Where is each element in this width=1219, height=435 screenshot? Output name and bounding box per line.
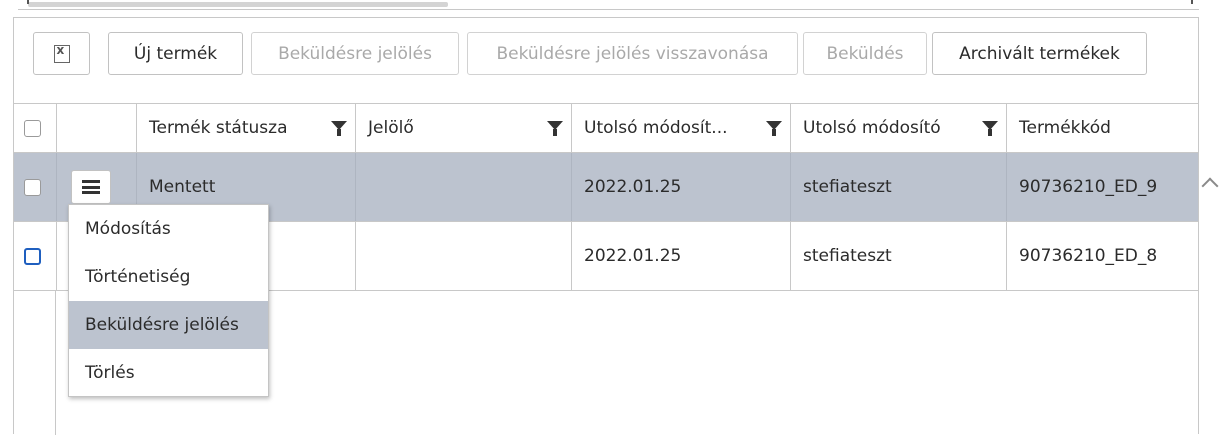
menu-item-modify[interactable]: Módosítás [69,205,268,253]
submit-button[interactable]: Beküldés [803,32,927,75]
column-label: Utolsó módosító [803,118,941,138]
header-actions-cell [56,104,136,152]
cell-last-modifier: stefiateszt [790,222,1006,290]
cell-last-modifier: stefiateszt [790,153,1006,221]
column-label: Termék státusza [149,118,288,138]
column-header-product-code[interactable]: Termékkód [1006,104,1198,152]
column-header-status[interactable]: Termék státusza [136,104,355,152]
row-context-menu: Módosítás Történetiség Beküldésre jelölé… [68,204,269,397]
menu-item-history[interactable]: Történetiség [69,253,268,301]
column-header-last-modified[interactable]: Utolsó módosít... [571,104,790,152]
cell-last-modified: 2022.01.25 [571,222,790,290]
header-select-all[interactable] [14,104,56,152]
cell-product-code: 90736210_ED_8 [1006,222,1198,290]
chevron-up-icon[interactable] [1201,177,1219,195]
hamburger-icon [82,180,100,194]
column-header-marker[interactable]: Jelölő [355,104,571,152]
filter-icon[interactable] [766,121,782,136]
column-label: Jelölő [368,118,414,138]
cell-marker [355,222,571,290]
menu-item-mark-for-submission[interactable]: Beküldésre jelölés [69,301,268,349]
vertical-scrollbar[interactable] [1199,152,1219,195]
horizontal-scroll-thumb[interactable] [28,2,448,7]
row-checkbox[interactable] [24,247,41,265]
toolbar: Új termék Beküldésre jelölés Beküldésre … [13,17,1199,103]
cell-product-code: 90736210_ED_9 [1006,153,1198,221]
column-divider [55,291,56,435]
scroll-tick [1191,0,1193,4]
column-header-last-modifier[interactable]: Utolsó módosító [790,104,1006,152]
row-checkbox[interactable] [24,178,41,196]
column-label: Utolsó módosít... [584,118,728,138]
select-all-checkbox[interactable] [24,119,41,137]
excel-export-icon [53,43,70,63]
mark-for-submission-button[interactable]: Beküldésre jelölés [251,32,459,75]
column-label: Termékkód [1019,118,1111,138]
scroll-tick [27,0,29,4]
filter-icon[interactable] [547,121,563,136]
row-select-cell[interactable] [14,222,56,290]
row-select-cell[interactable] [14,153,56,221]
archived-products-button[interactable]: Archivált termékek [932,32,1147,75]
grid-header: Termék státusza Jelölő Utolsó módosít...… [14,104,1198,153]
excel-export-button[interactable] [33,32,90,75]
row-menu-button[interactable] [71,170,111,204]
filter-icon[interactable] [982,121,998,136]
filter-icon[interactable] [331,121,347,136]
cell-last-modified: 2022.01.25 [571,153,790,221]
menu-item-delete[interactable]: Törlés [69,349,268,397]
cell-marker [355,153,571,221]
revoke-mark-button[interactable]: Beküldésre jelölés visszavonása [467,32,798,75]
new-product-button[interactable]: Új termék [108,32,243,75]
